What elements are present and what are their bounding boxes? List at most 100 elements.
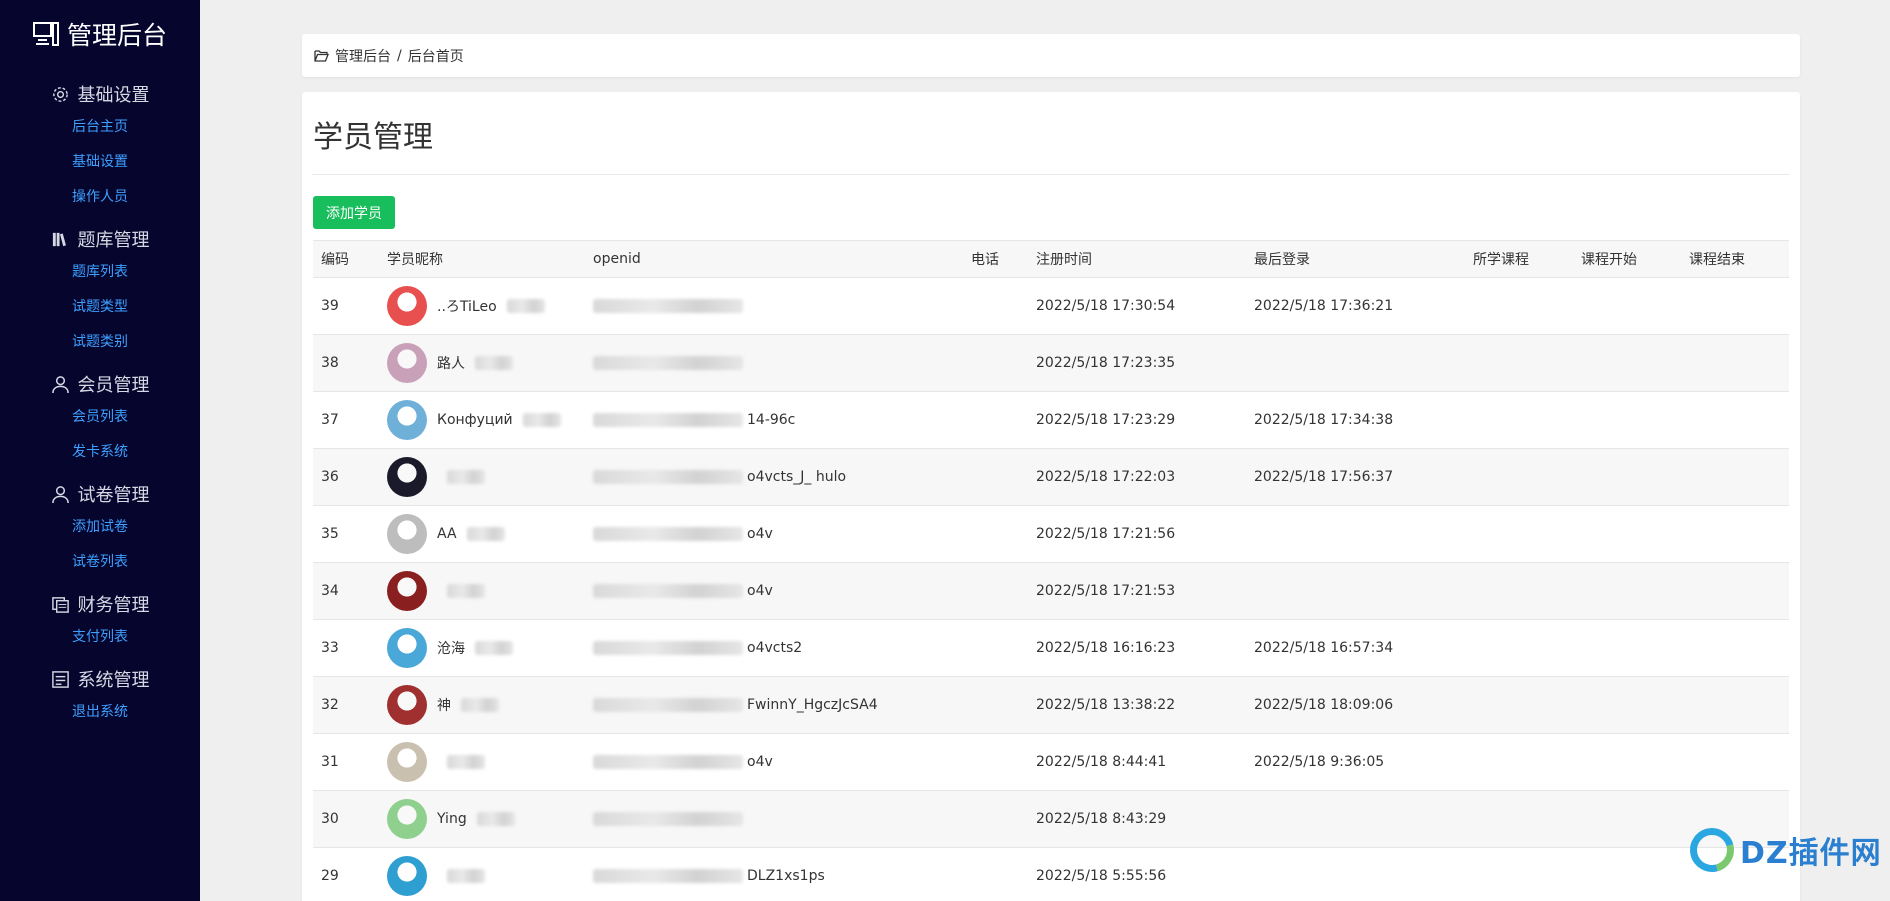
nav-group-title[interactable]: 基础设置: [0, 82, 200, 106]
sidebar-item[interactable]: 退出系统: [0, 695, 200, 730]
breadcrumb-root[interactable]: 管理后台: [335, 46, 391, 66]
sidebar-item[interactable]: 发卡系统: [0, 435, 200, 470]
students-table: 编码 学员昵称 openid 电话 注册时间 最后登录 所学课程 课程开始 课程…: [313, 240, 1789, 901]
avatar: [387, 286, 427, 326]
redacted-mask: [593, 584, 743, 598]
nav-group-title[interactable]: 会员管理: [0, 372, 200, 396]
cell-nickname: [379, 563, 585, 620]
cell-course-start: [1573, 677, 1681, 734]
cell-last-login: [1246, 563, 1465, 620]
sidebar-item[interactable]: 题库列表: [0, 255, 200, 290]
column-header-course-start[interactable]: 课程开始: [1573, 240, 1681, 278]
cell-course-start: [1573, 848, 1681, 901]
openid-text: DLZ1xs1ps: [747, 868, 825, 884]
cell-id: 30: [321, 811, 339, 827]
sidebar-item[interactable]: 后台主页: [0, 110, 200, 145]
table-row[interactable]: 38 路人 2022/5/18 17:23:35: [313, 334, 1789, 392]
cell-course-start: [1573, 734, 1681, 791]
nav-group-label: 题库管理: [77, 230, 150, 251]
redacted-mask: [506, 299, 545, 313]
cell-id: 38: [321, 355, 339, 371]
column-header-last-login[interactable]: 最后登录: [1246, 240, 1465, 278]
avatar: [387, 628, 427, 668]
cell-registered: 2022/5/18 8:44:41: [1036, 754, 1167, 770]
column-header-phone[interactable]: 电话: [963, 240, 1028, 278]
cell-course: [1465, 734, 1573, 791]
sidebar-item[interactable]: 会员列表: [0, 400, 200, 435]
nickname-wrap: Ying: [387, 799, 585, 839]
cell-registered: 2022/5/18 17:23:35: [1036, 355, 1176, 371]
cell-phone: [963, 848, 1028, 901]
cell-course: [1465, 278, 1573, 335]
sidebar-item[interactable]: 试题类型: [0, 290, 200, 325]
redacted-mask: [593, 299, 743, 313]
cell-phone: [963, 677, 1028, 734]
column-header-id[interactable]: 编码: [313, 240, 379, 278]
cell-openid: o4v: [585, 506, 963, 563]
sidebar-item[interactable]: 基础设置: [0, 145, 200, 180]
nav-group-title[interactable]: 试卷管理: [0, 482, 200, 506]
nav-group-title[interactable]: 财务管理: [0, 592, 200, 616]
table-row[interactable]: 32 神 FwinnY_HgczJcSA4 2022/5/18 13:38:22 202…: [313, 676, 1789, 734]
nickname-wrap: [387, 571, 585, 611]
table-row[interactable]: 29 DLZ1xs1ps 2022/5/18 5:55:56: [313, 848, 1789, 901]
cell-last-login: [1246, 506, 1465, 563]
table-row[interactable]: 36 o4vcts_J_ hulo 2022/5/18 17:22:03 2022/5…: [313, 448, 1789, 506]
nickname-wrap: AA: [387, 514, 585, 554]
nickname-text: AA: [437, 526, 457, 542]
cell-last-login: 2022/5/18 17:34:38: [1254, 412, 1394, 428]
nav-group-label: 财务管理: [77, 595, 150, 616]
brand-title: 管理后台: [66, 21, 167, 50]
nickname-text: Ying: [437, 811, 467, 827]
table-row[interactable]: 33 沧海 o4vcts2 2022/5/18 16:16:23 2022/5/18 1…: [313, 620, 1789, 677]
table-row[interactable]: 35 AA o4v 2022/5/18 17:21:56: [313, 506, 1789, 563]
table-row[interactable]: 34 o4v 2022/5/18 17:21:53: [313, 562, 1789, 620]
nickname-text: ..ろTiLeo: [437, 299, 497, 315]
table-body: 39 ..ろTiLeo 2022/5/18 17:30:54 2022/5/18 17…: [313, 278, 1789, 901]
cell-last-login: [1246, 335, 1465, 392]
sidebar-item[interactable]: 支付列表: [0, 620, 200, 655]
table-row[interactable]: 30 Ying 2022/5/18 8:43:29: [313, 790, 1789, 848]
nav-group-title[interactable]: 题库管理: [0, 227, 200, 251]
cell-course-start: [1573, 791, 1681, 848]
column-header-nickname[interactable]: 学员昵称: [379, 240, 585, 278]
sidebar-item[interactable]: 试卷列表: [0, 545, 200, 580]
cell-course-end: [1681, 563, 1789, 620]
nickname-wrap: 路人: [387, 343, 585, 383]
nickname-text: 沧海: [437, 641, 465, 657]
sidebar-item[interactable]: 添加试卷: [0, 510, 200, 545]
content-card: 学员管理 添加学员 编码 学员昵称 openid 电话 注册时间 最后登录 所学…: [302, 92, 1800, 901]
cell-course-end: [1681, 278, 1789, 335]
cell-id: 35: [321, 526, 339, 542]
openid-text: FwinnY_HgczJcSA4: [747, 697, 878, 713]
table-row[interactable]: 37 Конфуций 14-96c 2022/5/18 17:23:29 2022/5…: [313, 392, 1789, 449]
brand[interactable]: 管理后台: [0, 0, 200, 66]
cell-course-end: [1681, 335, 1789, 392]
table-row[interactable]: 31 o4v 2022/5/18 8:44:41 2022/5/18 9:36:05: [313, 734, 1789, 791]
redacted-mask: [593, 812, 743, 826]
cell-nickname: 神: [379, 677, 585, 734]
column-header-registered[interactable]: 注册时间: [1028, 240, 1246, 278]
cell-nickname: Конфуций: [379, 392, 585, 449]
openid-text: o4vcts2: [747, 640, 803, 656]
table-header-row: 编码 学员昵称 openid 电话 注册时间 最后登录 所学课程 课程开始 课程…: [313, 240, 1789, 278]
watermark-text: DZ插件网: [1740, 836, 1882, 871]
gear-icon: [51, 85, 70, 104]
cell-course-start: [1573, 278, 1681, 335]
cell-id: 32: [321, 697, 339, 713]
column-header-openid[interactable]: openid: [585, 240, 963, 278]
redacted-mask: [593, 755, 743, 769]
cell-phone: [963, 506, 1028, 563]
column-header-course[interactable]: 所学课程: [1465, 240, 1573, 278]
nav-group-1: 题库管理题库列表 试题类型 试题类别: [0, 227, 200, 360]
nav-group-0: 基础设置 后台主页 基础设置 操作人员: [0, 82, 200, 215]
column-header-course-end[interactable]: 课程结束: [1681, 240, 1789, 278]
nav-group-title[interactable]: 系统管理: [0, 667, 200, 691]
redacted-mask: [447, 470, 485, 484]
cell-course-end: [1681, 677, 1789, 734]
cell-openid: o4vcts2: [585, 620, 963, 677]
add-student-button[interactable]: 添加学员: [313, 196, 395, 229]
sidebar-item[interactable]: 试题类别: [0, 325, 200, 360]
sidebar-item[interactable]: 操作人员: [0, 180, 200, 215]
table-row[interactable]: 39 ..ろTiLeo 2022/5/18 17:30:54 2022/5/18 17…: [313, 278, 1789, 335]
